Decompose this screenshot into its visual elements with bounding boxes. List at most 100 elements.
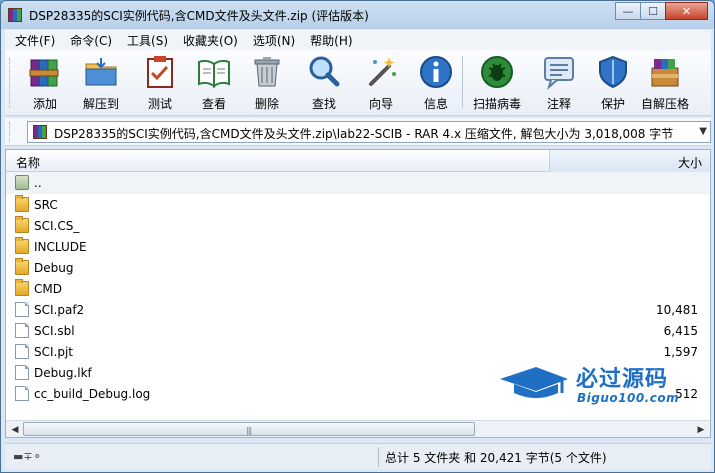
view-button[interactable]: 查看 <box>196 54 232 112</box>
folder-extract-icon <box>83 54 119 90</box>
winrar-app-icon[interactable] <box>8 8 22 22</box>
file-icon <box>15 302 29 317</box>
trash-icon <box>249 54 285 90</box>
add-label: 添加 <box>32 97 57 111</box>
info-label: 信息 <box>423 97 448 111</box>
table-row[interactable]: .. <box>6 172 710 194</box>
parent-folder-icon <box>15 175 29 190</box>
scrollbar-thumb[interactable]: ||| <box>23 422 475 436</box>
table-row[interactable]: Debug <box>6 257 710 278</box>
comment-icon <box>541 54 577 90</box>
graduation-cap-icon <box>500 367 568 398</box>
folder-icon <box>15 279 29 296</box>
scroll-left-arrow-icon[interactable]: ◀ <box>7 422 23 437</box>
archive-icon <box>33 125 47 139</box>
address-bar: DSP28335的SCI实例代码,含CMD文件及头文件.zip\lab22-SC… <box>5 118 711 146</box>
shield-icon <box>595 54 631 90</box>
scroll-right-arrow-icon[interactable]: ▶ <box>693 422 709 437</box>
minimize-button[interactable]: — <box>615 2 641 20</box>
test-button[interactable]: 测试 <box>142 54 178 112</box>
table-row[interactable]: CMD <box>6 278 710 299</box>
comment-button[interactable]: 注释 <box>541 54 577 112</box>
info-button[interactable]: 信息 <box>418 54 454 112</box>
watermark-logo: 必过源码 Biguo100.com <box>498 359 698 409</box>
table-row[interactable]: SCI.sbl 6,415 <box>6 320 710 341</box>
delete-button[interactable]: 删除 <box>249 54 285 112</box>
column-name-header[interactable]: 名称 <box>16 154 40 171</box>
menu-commands[interactable]: 命令(C) <box>60 32 117 49</box>
status-summary: 总计 5 文件夹 和 20,421 字节(5 个文件) <box>385 451 607 465</box>
sfx-button[interactable]: 自解压格 <box>641 54 689 112</box>
open-book-icon <box>196 54 232 90</box>
column-size-header[interactable]: 大小 <box>550 150 710 172</box>
table-row[interactable]: SCI.paf2 10,481 <box>6 299 710 320</box>
wizard-label: 向导 <box>368 97 393 111</box>
file-name: SCI.sbl <box>34 324 75 338</box>
address-path: DSP28335的SCI实例代码,含CMD文件及头文件.zip\lab22-SC… <box>54 127 674 141</box>
menu-favorites[interactable]: 收藏夹(O) <box>173 32 243 49</box>
add-button[interactable]: 添加 <box>27 54 63 112</box>
menu-options[interactable]: 选项(N) <box>243 32 300 49</box>
window-controls: — ☐ ✕ <box>615 2 708 20</box>
column-header: 名称 大小 <box>6 150 710 172</box>
folder-icon <box>15 237 29 254</box>
table-row[interactable]: SCI.CS_ <box>6 215 710 236</box>
horizontal-scrollbar[interactable]: ◀ ||| ▶ <box>6 420 710 437</box>
file-icon <box>15 323 29 338</box>
file-icon <box>15 365 29 380</box>
drive-key-icon[interactable]: ▬∓⚬ <box>13 450 42 463</box>
toolbar-grip[interactable] <box>9 58 12 108</box>
sfx-archive-icon <box>647 54 683 90</box>
clipboard-check-icon <box>142 54 178 90</box>
info-icon <box>418 54 454 90</box>
status-bar: ▬∓⚬ 总计 5 文件夹 和 20,421 字节(5 个文件) <box>5 443 711 469</box>
wizard-button[interactable]: 向导 <box>363 54 399 112</box>
folder-icon <box>15 258 29 275</box>
watermark-url: Biguo100.com <box>577 391 680 405</box>
scroll-grip-icon: ||| <box>246 426 252 435</box>
file-name: Debug <box>34 261 74 275</box>
window-title: DSP28335的SCI实例代码,含CMD文件及头文件.zip (评估版本) <box>29 9 369 23</box>
title-bar[interactable]: DSP28335的SCI实例代码,含CMD文件及头文件.zip (评估版本) —… <box>1 1 714 29</box>
virus-scan-label: 扫描病毒 <box>473 97 522 111</box>
menu-file[interactable]: 文件(F) <box>5 32 60 49</box>
watermark-title: 必过源码 <box>576 367 669 392</box>
file-size: 6,415 <box>663 324 698 338</box>
sfx-label: 自解压格 <box>641 97 690 111</box>
toolbar: 添加 解压到 测试 查看 删除 查找 向导 信息 扫描病毒 注释 保护 自解压格 <box>5 50 711 116</box>
app-window: DSP28335的SCI实例代码,含CMD文件及头文件.zip (评估版本) —… <box>0 0 715 473</box>
close-button[interactable]: ✕ <box>665 2 708 20</box>
find-button[interactable]: 查找 <box>306 54 342 112</box>
file-icon <box>15 386 29 401</box>
test-label: 测试 <box>147 97 172 111</box>
protect-button[interactable]: 保护 <box>595 54 631 112</box>
table-row[interactable]: SRC <box>6 194 710 215</box>
magnifier-icon <box>306 54 342 90</box>
status-divider <box>378 447 379 467</box>
file-name: CMD <box>34 282 62 296</box>
menu-tools[interactable]: 工具(S) <box>117 32 173 49</box>
extract-to-button[interactable]: 解压到 <box>83 54 119 112</box>
file-size: 10,481 <box>656 303 698 317</box>
view-label: 查看 <box>201 97 226 111</box>
file-size: 1,597 <box>663 345 698 359</box>
menu-bar: 文件(F) 命令(C) 工具(S) 收藏夹(O) 选项(N) 帮助(H) <box>5 30 711 50</box>
virus-scan-button[interactable]: 扫描病毒 <box>473 54 521 112</box>
chevron-down-icon[interactable]: ▼ <box>699 126 707 137</box>
comment-label: 注释 <box>546 97 571 111</box>
virus-scan-icon <box>479 54 515 90</box>
maximize-button[interactable]: ☐ <box>640 2 666 20</box>
wizard-wand-icon <box>363 54 399 90</box>
column-size-label: 大小 <box>677 156 702 170</box>
table-row[interactable]: INCLUDE <box>6 236 710 257</box>
file-name: SCI.CS_ <box>34 219 80 233</box>
file-name: INCLUDE <box>34 240 87 254</box>
address-combobox[interactable]: DSP28335的SCI实例代码,含CMD文件及头文件.zip\lab22-SC… <box>27 121 711 143</box>
file-name: SRC <box>34 198 58 212</box>
delete-label: 删除 <box>254 97 279 111</box>
menu-help[interactable]: 帮助(H) <box>300 32 357 49</box>
folder-icon <box>15 216 29 233</box>
file-icon <box>15 344 29 359</box>
address-grip[interactable] <box>9 122 12 142</box>
folder-icon <box>15 195 29 212</box>
